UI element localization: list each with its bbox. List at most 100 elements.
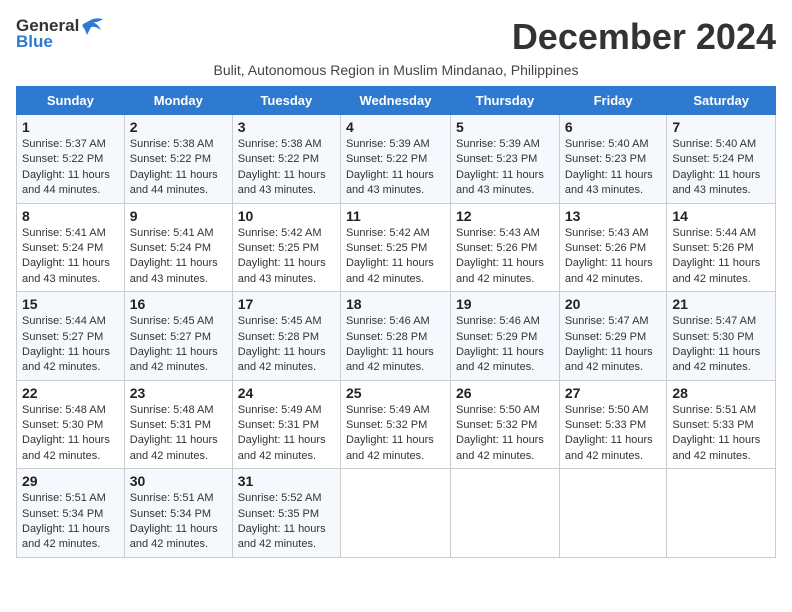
day-number: 22 (22, 385, 119, 401)
calendar-cell: 4 Sunrise: 5:39 AMSunset: 5:22 PMDayligh… (340, 115, 450, 204)
calendar-cell: 25 Sunrise: 5:49 AMSunset: 5:32 PMDaylig… (340, 380, 450, 469)
day-number: 17 (238, 296, 335, 312)
day-number: 5 (456, 119, 554, 135)
day-info: Sunrise: 5:51 AMSunset: 5:34 PMDaylight:… (22, 492, 110, 550)
day-number: 27 (565, 385, 662, 401)
calendar-cell (667, 469, 776, 558)
day-number: 6 (565, 119, 662, 135)
day-number: 24 (238, 385, 335, 401)
calendar-cell: 24 Sunrise: 5:49 AMSunset: 5:31 PMDaylig… (232, 380, 340, 469)
calendar-cell: 29 Sunrise: 5:51 AMSunset: 5:34 PMDaylig… (17, 469, 125, 558)
calendar-cell: 3 Sunrise: 5:38 AMSunset: 5:22 PMDayligh… (232, 115, 340, 204)
logo: General Blue (16, 16, 103, 52)
day-number: 16 (130, 296, 227, 312)
calendar-cell: 26 Sunrise: 5:50 AMSunset: 5:32 PMDaylig… (451, 380, 560, 469)
day-info: Sunrise: 5:43 AMSunset: 5:26 PMDaylight:… (456, 227, 544, 285)
day-number: 7 (672, 119, 770, 135)
col-monday: Monday (124, 87, 232, 115)
bird-icon (81, 17, 103, 35)
day-number: 13 (565, 208, 662, 224)
calendar-cell: 10 Sunrise: 5:42 AMSunset: 5:25 PMDaylig… (232, 203, 340, 292)
col-thursday: Thursday (451, 87, 560, 115)
calendar-cell: 11 Sunrise: 5:42 AMSunset: 5:25 PMDaylig… (340, 203, 450, 292)
day-number: 1 (22, 119, 119, 135)
calendar-cell: 19 Sunrise: 5:46 AMSunset: 5:29 PMDaylig… (451, 292, 560, 381)
day-info: Sunrise: 5:38 AMSunset: 5:22 PMDaylight:… (238, 138, 326, 196)
day-info: Sunrise: 5:50 AMSunset: 5:32 PMDaylight:… (456, 404, 544, 462)
calendar-cell: 22 Sunrise: 5:48 AMSunset: 5:30 PMDaylig… (17, 380, 125, 469)
day-info: Sunrise: 5:43 AMSunset: 5:26 PMDaylight:… (565, 227, 653, 285)
day-info: Sunrise: 5:48 AMSunset: 5:30 PMDaylight:… (22, 404, 110, 462)
calendar-week-row: 15 Sunrise: 5:44 AMSunset: 5:27 PMDaylig… (17, 292, 776, 381)
day-info: Sunrise: 5:50 AMSunset: 5:33 PMDaylight:… (565, 404, 653, 462)
subtitle: Bulit, Autonomous Region in Muslim Minda… (16, 62, 776, 78)
day-info: Sunrise: 5:40 AMSunset: 5:24 PMDaylight:… (672, 138, 760, 196)
calendar-week-row: 1 Sunrise: 5:37 AMSunset: 5:22 PMDayligh… (17, 115, 776, 204)
day-info: Sunrise: 5:45 AMSunset: 5:28 PMDaylight:… (238, 315, 326, 373)
day-info: Sunrise: 5:49 AMSunset: 5:31 PMDaylight:… (238, 404, 326, 462)
day-info: Sunrise: 5:40 AMSunset: 5:23 PMDaylight:… (565, 138, 653, 196)
calendar-cell (559, 469, 667, 558)
day-number: 14 (672, 208, 770, 224)
calendar-cell (451, 469, 560, 558)
header-row: Sunday Monday Tuesday Wednesday Thursday… (17, 87, 776, 115)
calendar-table: Sunday Monday Tuesday Wednesday Thursday… (16, 86, 776, 558)
day-number: 23 (130, 385, 227, 401)
calendar-cell: 18 Sunrise: 5:46 AMSunset: 5:28 PMDaylig… (340, 292, 450, 381)
day-info: Sunrise: 5:46 AMSunset: 5:29 PMDaylight:… (456, 315, 544, 373)
day-number: 20 (565, 296, 662, 312)
calendar-cell: 17 Sunrise: 5:45 AMSunset: 5:28 PMDaylig… (232, 292, 340, 381)
calendar-cell: 6 Sunrise: 5:40 AMSunset: 5:23 PMDayligh… (559, 115, 667, 204)
day-info: Sunrise: 5:42 AMSunset: 5:25 PMDaylight:… (238, 227, 326, 285)
day-info: Sunrise: 5:44 AMSunset: 5:27 PMDaylight:… (22, 315, 110, 373)
day-info: Sunrise: 5:52 AMSunset: 5:35 PMDaylight:… (238, 492, 326, 550)
day-number: 11 (346, 208, 445, 224)
calendar-cell: 21 Sunrise: 5:47 AMSunset: 5:30 PMDaylig… (667, 292, 776, 381)
day-number: 9 (130, 208, 227, 224)
calendar-cell: 28 Sunrise: 5:51 AMSunset: 5:33 PMDaylig… (667, 380, 776, 469)
day-number: 3 (238, 119, 335, 135)
calendar-cell: 8 Sunrise: 5:41 AMSunset: 5:24 PMDayligh… (17, 203, 125, 292)
header: General Blue December 2024 (16, 16, 776, 58)
day-info: Sunrise: 5:49 AMSunset: 5:32 PMDaylight:… (346, 404, 434, 462)
day-info: Sunrise: 5:48 AMSunset: 5:31 PMDaylight:… (130, 404, 218, 462)
day-info: Sunrise: 5:41 AMSunset: 5:24 PMDaylight:… (22, 227, 110, 285)
calendar-cell: 15 Sunrise: 5:44 AMSunset: 5:27 PMDaylig… (17, 292, 125, 381)
day-number: 29 (22, 473, 119, 489)
day-number: 30 (130, 473, 227, 489)
calendar-cell: 1 Sunrise: 5:37 AMSunset: 5:22 PMDayligh… (17, 115, 125, 204)
calendar-cell: 9 Sunrise: 5:41 AMSunset: 5:24 PMDayligh… (124, 203, 232, 292)
day-number: 21 (672, 296, 770, 312)
calendar-week-row: 29 Sunrise: 5:51 AMSunset: 5:34 PMDaylig… (17, 469, 776, 558)
day-number: 28 (672, 385, 770, 401)
day-info: Sunrise: 5:44 AMSunset: 5:26 PMDaylight:… (672, 227, 760, 285)
day-info: Sunrise: 5:39 AMSunset: 5:23 PMDaylight:… (456, 138, 544, 196)
calendar-week-row: 8 Sunrise: 5:41 AMSunset: 5:24 PMDayligh… (17, 203, 776, 292)
day-number: 4 (346, 119, 445, 135)
calendar-cell: 7 Sunrise: 5:40 AMSunset: 5:24 PMDayligh… (667, 115, 776, 204)
col-wednesday: Wednesday (340, 87, 450, 115)
day-info: Sunrise: 5:51 AMSunset: 5:33 PMDaylight:… (672, 404, 760, 462)
day-number: 8 (22, 208, 119, 224)
day-number: 10 (238, 208, 335, 224)
day-number: 12 (456, 208, 554, 224)
day-info: Sunrise: 5:45 AMSunset: 5:27 PMDaylight:… (130, 315, 218, 373)
day-number: 2 (130, 119, 227, 135)
col-tuesday: Tuesday (232, 87, 340, 115)
day-number: 31 (238, 473, 335, 489)
day-info: Sunrise: 5:39 AMSunset: 5:22 PMDaylight:… (346, 138, 434, 196)
month-year-title: December 2024 (512, 16, 776, 58)
calendar-cell: 20 Sunrise: 5:47 AMSunset: 5:29 PMDaylig… (559, 292, 667, 381)
day-number: 25 (346, 385, 445, 401)
col-saturday: Saturday (667, 87, 776, 115)
day-number: 19 (456, 296, 554, 312)
col-sunday: Sunday (17, 87, 125, 115)
calendar-cell: 2 Sunrise: 5:38 AMSunset: 5:22 PMDayligh… (124, 115, 232, 204)
day-info: Sunrise: 5:47 AMSunset: 5:30 PMDaylight:… (672, 315, 760, 373)
day-info: Sunrise: 5:46 AMSunset: 5:28 PMDaylight:… (346, 315, 434, 373)
calendar-cell: 13 Sunrise: 5:43 AMSunset: 5:26 PMDaylig… (559, 203, 667, 292)
calendar-cell: 31 Sunrise: 5:52 AMSunset: 5:35 PMDaylig… (232, 469, 340, 558)
calendar-cell: 27 Sunrise: 5:50 AMSunset: 5:33 PMDaylig… (559, 380, 667, 469)
day-info: Sunrise: 5:41 AMSunset: 5:24 PMDaylight:… (130, 227, 218, 285)
day-number: 18 (346, 296, 445, 312)
